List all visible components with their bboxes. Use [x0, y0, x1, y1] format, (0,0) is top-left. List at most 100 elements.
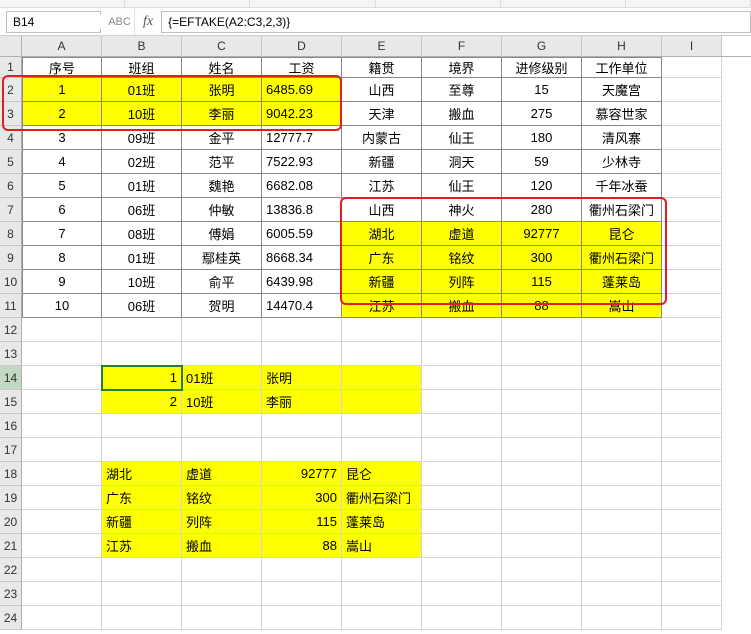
cell[interactable] — [662, 342, 722, 366]
cell[interactable]: 06班 — [102, 294, 182, 318]
cell[interactable] — [182, 342, 262, 366]
row-header-10[interactable]: 10 — [0, 270, 22, 294]
cell[interactable] — [502, 558, 582, 582]
cell[interactable]: 14470.4 — [262, 294, 342, 318]
row-header-14[interactable]: 14 — [0, 366, 22, 390]
cell[interactable]: 搬血 — [422, 294, 502, 318]
cell[interactable]: 6439.98 — [262, 270, 342, 294]
cell[interactable]: 6005.59 — [262, 222, 342, 246]
cell[interactable] — [182, 414, 262, 438]
cell[interactable] — [22, 486, 102, 510]
cell[interactable]: 6485.69 — [262, 78, 342, 102]
cell[interactable]: 李丽 — [182, 102, 262, 126]
cell[interactable]: 搬血 — [182, 534, 262, 558]
cell[interactable] — [422, 366, 502, 390]
cell[interactable] — [342, 606, 422, 630]
cell[interactable]: 虚道 — [182, 462, 262, 486]
cell[interactable]: 13836.8 — [262, 198, 342, 222]
cell[interactable] — [422, 390, 502, 414]
cell[interactable]: 仙王 — [422, 126, 502, 150]
col-header-B[interactable]: B — [102, 36, 182, 56]
select-all-corner[interactable] — [0, 36, 22, 57]
row-header-11[interactable]: 11 — [0, 294, 22, 318]
cell[interactable]: 120 — [502, 174, 582, 198]
cell[interactable]: 02班 — [102, 150, 182, 174]
cell[interactable] — [502, 438, 582, 462]
cell[interactable] — [662, 174, 722, 198]
cell[interactable]: 昆仑 — [582, 222, 662, 246]
cell[interactable] — [582, 414, 662, 438]
cell[interactable] — [262, 558, 342, 582]
cell[interactable]: 山西 — [342, 198, 422, 222]
cell[interactable] — [502, 534, 582, 558]
cell[interactable] — [422, 558, 502, 582]
col-header-A[interactable]: A — [22, 36, 102, 56]
cell[interactable] — [262, 342, 342, 366]
cell[interactable]: 清风寨 — [582, 126, 662, 150]
col-header-G[interactable]: G — [502, 36, 582, 56]
cell[interactable]: 10班 — [182, 390, 262, 414]
cell[interactable]: 铭纹 — [182, 486, 262, 510]
row-header-17[interactable]: 17 — [0, 438, 22, 462]
cell[interactable]: 115 — [262, 510, 342, 534]
cell[interactable]: 洞天 — [422, 150, 502, 174]
cell[interactable]: 115 — [502, 270, 582, 294]
cell[interactable] — [582, 534, 662, 558]
cell[interactable] — [582, 558, 662, 582]
row-header-12[interactable]: 12 — [0, 318, 22, 342]
cell[interactable] — [182, 318, 262, 342]
cell[interactable]: 6682.08 — [262, 174, 342, 198]
cell[interactable] — [22, 534, 102, 558]
cell[interactable]: 广东 — [342, 246, 422, 270]
cell[interactable] — [422, 582, 502, 606]
row-header-22[interactable]: 22 — [0, 558, 22, 582]
cell[interactable] — [182, 558, 262, 582]
cell[interactable]: 山西 — [342, 78, 422, 102]
cell[interactable] — [662, 582, 722, 606]
cell[interactable]: 搬血 — [422, 102, 502, 126]
cell[interactable]: 湖北 — [102, 462, 182, 486]
cell[interactable] — [582, 438, 662, 462]
col-header-D[interactable]: D — [262, 36, 342, 56]
cell[interactable] — [22, 414, 102, 438]
cell[interactable]: 09班 — [102, 126, 182, 150]
row-header-8[interactable]: 8 — [0, 222, 22, 246]
col-header-E[interactable]: E — [342, 36, 422, 56]
cell[interactable]: 贺明 — [182, 294, 262, 318]
cell[interactable] — [22, 390, 102, 414]
cell[interactable]: 7522.93 — [262, 150, 342, 174]
cell[interactable]: 92777 — [502, 222, 582, 246]
cell[interactable] — [422, 462, 502, 486]
cell[interactable]: 蓬莱岛 — [582, 270, 662, 294]
cell[interactable] — [102, 318, 182, 342]
cell[interactable] — [342, 390, 422, 414]
cell[interactable] — [502, 486, 582, 510]
cell[interactable]: 班组 — [102, 57, 182, 78]
cell[interactable]: 张明 — [182, 78, 262, 102]
col-header-H[interactable]: H — [582, 36, 662, 56]
cell[interactable]: 新疆 — [342, 150, 422, 174]
row-header-3[interactable]: 3 — [0, 102, 22, 126]
cell[interactable]: 01班 — [102, 78, 182, 102]
cell[interactable] — [502, 318, 582, 342]
cell[interactable]: 张明 — [262, 366, 342, 390]
row-header-13[interactable]: 13 — [0, 342, 22, 366]
row-header-1[interactable]: 1 — [0, 57, 22, 78]
row-header-9[interactable]: 9 — [0, 246, 22, 270]
cell[interactable] — [662, 198, 722, 222]
cell[interactable] — [502, 510, 582, 534]
cell[interactable]: 88 — [502, 294, 582, 318]
col-header-I[interactable]: I — [662, 36, 722, 56]
cell[interactable]: 衢州石梁门 — [582, 198, 662, 222]
cell[interactable] — [662, 57, 722, 78]
cell[interactable] — [22, 558, 102, 582]
row-header-5[interactable]: 5 — [0, 150, 22, 174]
cell[interactable]: 范平 — [182, 150, 262, 174]
cell[interactable] — [422, 606, 502, 630]
row-header-6[interactable]: 6 — [0, 174, 22, 198]
cell[interactable] — [102, 606, 182, 630]
cell[interactable]: 5 — [22, 174, 102, 198]
cell[interactable]: 15 — [502, 78, 582, 102]
cell[interactable]: 少林寺 — [582, 150, 662, 174]
cell[interactable] — [262, 582, 342, 606]
